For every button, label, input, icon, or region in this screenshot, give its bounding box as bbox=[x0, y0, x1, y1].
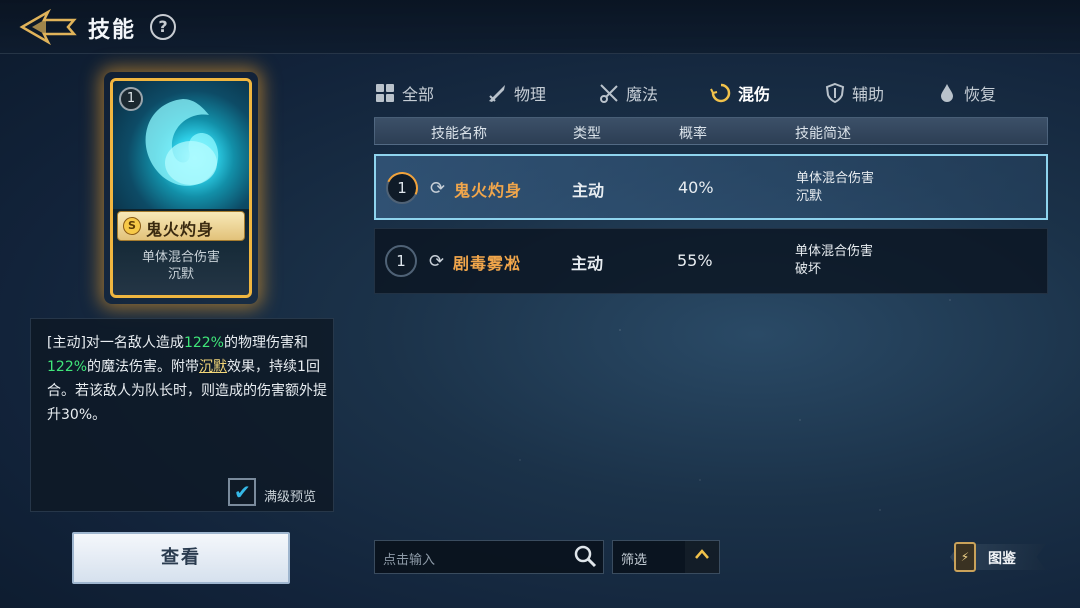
table-row[interactable]: 1 ⟳ 鬼火灼身 主动 40% 单体混合伤害 沉默 bbox=[374, 154, 1048, 220]
rank-s-icon: S bbox=[123, 217, 141, 235]
level-progress-arc bbox=[381, 167, 423, 209]
help-button[interactable]: ? bbox=[150, 14, 176, 40]
search-placeholder: 点击输入 bbox=[383, 553, 436, 568]
crossed-wands-icon bbox=[598, 82, 620, 104]
skill-description-panel: [主动]对一名敌人造成122%的物理伤害和122%的魔法伤害。附带沉默效果，持续… bbox=[30, 318, 334, 512]
max-level-preview-checkbox[interactable]: ✔ bbox=[228, 478, 256, 506]
max-level-preview-label: 满级预览 bbox=[264, 490, 317, 505]
sword-icon bbox=[486, 82, 508, 104]
row-skill-brief: 单体混合伤害 破坏 bbox=[795, 244, 874, 277]
skill-table-header: 技能名称 类型 概率 技能简述 bbox=[374, 117, 1048, 145]
row-skill-brief: 单体混合伤害 沉默 bbox=[796, 171, 875, 204]
top-bar: 技能 ? bbox=[0, 0, 1080, 54]
tab-mixed[interactable]: 混伤 bbox=[710, 80, 770, 106]
chevron-up-icon[interactable] bbox=[685, 541, 719, 573]
row-skill-name: 剧毒雾凇 bbox=[453, 254, 522, 273]
grid-icon bbox=[374, 82, 396, 104]
card-brief-line2: 沉默 bbox=[167, 267, 194, 282]
physical-damage-value: 122% bbox=[183, 335, 224, 351]
col-header-name: 技能名称 bbox=[431, 126, 487, 142]
table-row[interactable]: 1 ⟳ 剧毒雾凇 主动 55% 单体混合伤害 破坏 bbox=[374, 228, 1048, 294]
search-icon[interactable] bbox=[573, 543, 597, 577]
row-level-badge: 1 bbox=[385, 245, 417, 277]
skill-description-text: [主动]对一名敌人造成122%的物理伤害和122%的魔法伤害。附带沉默效果，持续… bbox=[47, 335, 327, 423]
col-header-type: 类型 bbox=[573, 126, 601, 142]
row-skill-type: 主动 bbox=[572, 181, 605, 200]
card-skill-name: 鬼火灼身 bbox=[146, 220, 215, 239]
drop-icon bbox=[936, 82, 958, 104]
silence-keyword-link[interactable]: 沉默 bbox=[199, 359, 227, 375]
card-brief-line1: 单体混合伤害 bbox=[141, 250, 220, 265]
row-skill-name: 鬼火灼身 bbox=[454, 181, 523, 200]
checkmark-icon: ✔ bbox=[234, 480, 251, 504]
swirl-icon: ⟳ bbox=[429, 251, 445, 272]
back-arrow-icon bbox=[19, 8, 77, 46]
codex-label: 图鉴 bbox=[988, 551, 1016, 567]
tab-physical[interactable]: 物理 bbox=[486, 80, 546, 106]
filter-label: 筛选 bbox=[621, 553, 648, 568]
tab-magic[interactable]: 魔法 bbox=[598, 80, 658, 106]
view-button[interactable]: 查看 bbox=[72, 532, 290, 584]
magic-damage-value: 122% bbox=[47, 359, 88, 375]
col-header-brief: 技能简述 bbox=[795, 126, 851, 142]
tab-recovery[interactable]: 恢复 bbox=[936, 80, 996, 106]
swirl-icon: ⟳ bbox=[430, 178, 446, 199]
page-title: 技能 bbox=[88, 18, 137, 43]
row-skill-rate: 40% bbox=[678, 178, 714, 197]
shield-icon bbox=[824, 82, 846, 104]
swirl-icon bbox=[710, 82, 732, 104]
card-brief: 单体混合伤害 沉默 bbox=[113, 249, 249, 283]
card-book-icon: ⚡ bbox=[954, 542, 976, 572]
skill-card[interactable]: 1 S 鬼火灼身 单体混合伤害 沉默 bbox=[110, 78, 252, 298]
card-level-badge: 1 bbox=[119, 87, 143, 111]
back-button[interactable] bbox=[18, 8, 78, 46]
row-skill-type: 主动 bbox=[571, 254, 604, 273]
search-input[interactable]: 点击输入 bbox=[374, 540, 604, 574]
filter-dropdown[interactable]: 筛选 bbox=[612, 540, 720, 574]
card-name-plate: S 鬼火灼身 bbox=[117, 211, 245, 241]
col-header-rate: 概率 bbox=[679, 126, 707, 142]
row-skill-rate: 55% bbox=[677, 251, 713, 270]
tab-support[interactable]: 辅助 bbox=[824, 80, 884, 106]
codex-button[interactable]: ⚡ 图鉴 bbox=[940, 540, 1050, 574]
tab-all[interactable]: 全部 bbox=[374, 80, 434, 106]
